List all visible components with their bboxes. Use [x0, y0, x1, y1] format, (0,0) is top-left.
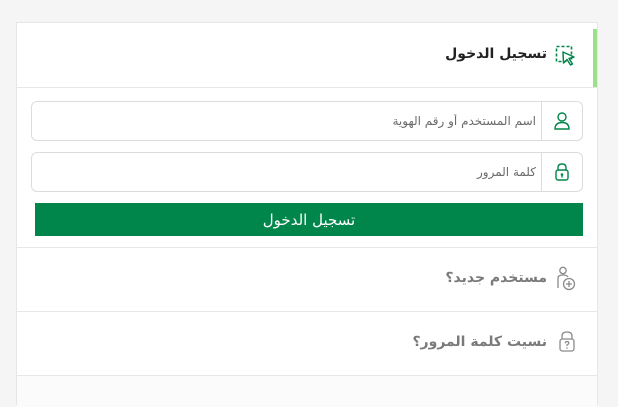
forgot-password-row[interactable]: نسيت كلمة المرور؟ [17, 311, 597, 374]
login-title: تسجيل الدخول [445, 46, 547, 62]
username-field[interactable] [31, 101, 583, 141]
lock-question-icon [557, 330, 577, 358]
forgot-password-link[interactable]: نسيت كلمة المرور؟ [412, 334, 547, 350]
new-user-link[interactable]: مستخدم جديد؟ [445, 270, 547, 286]
password-field[interactable] [31, 152, 583, 192]
new-user-row[interactable]: مستخدم جديد؟ [17, 247, 597, 310]
add-user-icon [555, 266, 577, 296]
password-icon-cell [541, 153, 582, 191]
username-input[interactable] [40, 102, 540, 140]
login-header: تسجيل الدخول [17, 23, 597, 88]
login-card: تسجيل الدخول تسجيل الدخول [16, 22, 598, 407]
username-icon-cell [541, 102, 582, 140]
login-button[interactable]: تسجيل الدخول [35, 203, 583, 236]
lock-icon [555, 163, 569, 181]
password-input[interactable] [40, 153, 540, 191]
user-icon [554, 112, 570, 130]
cursor-select-icon [555, 45, 577, 67]
bottom-divider [17, 375, 597, 407]
